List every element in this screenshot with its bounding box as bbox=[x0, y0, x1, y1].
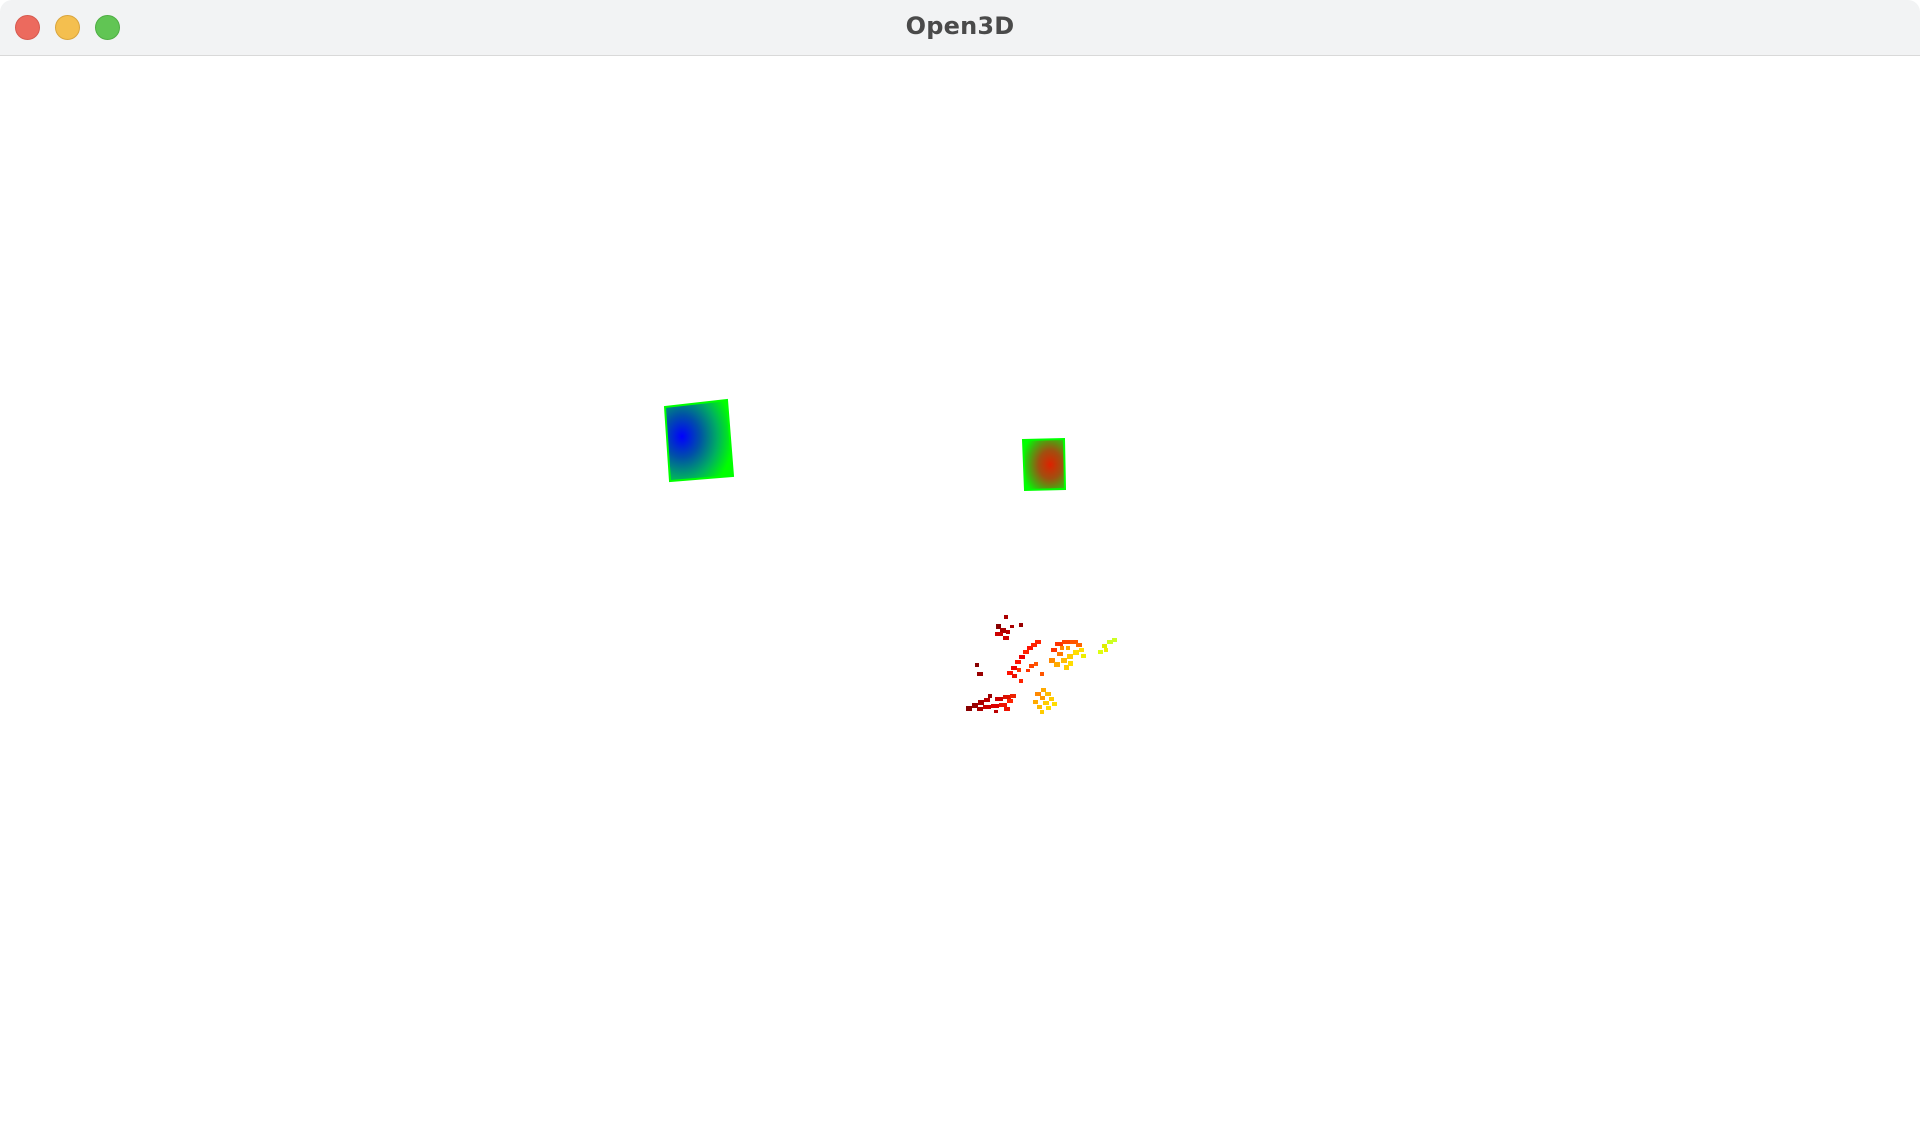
open3d-window: Open3D bbox=[0, 0, 1920, 1136]
window-title: Open3D bbox=[905, 12, 1015, 40]
camera-frustum-2[interactable] bbox=[1021, 437, 1067, 492]
title-bar[interactable]: Open3D bbox=[0, 0, 1920, 56]
scene-canvas[interactable] bbox=[0, 57, 1920, 1136]
point-cloud[interactable] bbox=[966, 615, 1117, 714]
camera-frustum-1[interactable] bbox=[663, 398, 735, 483]
3d-viewport[interactable] bbox=[0, 57, 1920, 1136]
